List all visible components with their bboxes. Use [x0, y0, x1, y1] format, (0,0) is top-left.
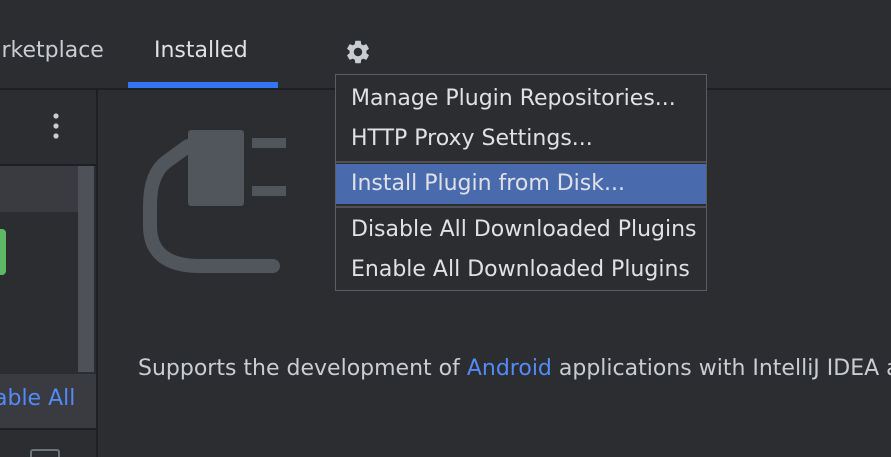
- description-suffix: applications with IntelliJ IDEA an: [551, 356, 891, 381]
- menu-item-disable-all-downloaded[interactable]: Disable All Downloaded Plugins: [336, 210, 706, 250]
- menu-separator: [336, 206, 706, 208]
- android-link[interactable]: Android: [467, 356, 552, 381]
- menu-separator: [336, 161, 706, 163]
- tab-marketplace[interactable]: arketplace: [0, 38, 104, 63]
- checkbox[interactable]: [30, 449, 60, 457]
- enable-all-link[interactable]: able All: [0, 386, 75, 411]
- plugins-settings-page: arketplace Installed able All Supports t…: [0, 0, 891, 457]
- menu-item-http-proxy-settings[interactable]: HTTP Proxy Settings...: [336, 119, 706, 159]
- description-prefix: Supports the development of: [138, 356, 467, 381]
- list-item-selected[interactable]: [0, 166, 80, 212]
- plug-icon: [143, 130, 286, 273]
- panel-splitter[interactable]: [96, 90, 98, 457]
- status-badge: [0, 229, 6, 275]
- scrollbar-thumb[interactable]: [78, 166, 94, 372]
- menu-item-enable-all-downloaded[interactable]: Enable All Downloaded Plugins: [336, 250, 706, 290]
- tab-installed[interactable]: Installed: [154, 38, 248, 63]
- menu-item-install-from-disk[interactable]: Install Plugin from Disk...: [336, 164, 706, 204]
- plugin-description: Supports the development of Android appl…: [138, 356, 891, 381]
- settings-popup-menu: Manage Plugin Repositories... HTTP Proxy…: [335, 74, 707, 291]
- kebab-icon[interactable]: [50, 112, 62, 140]
- menu-item-manage-repositories[interactable]: Manage Plugin Repositories...: [336, 79, 706, 119]
- plugin-list-footer-divider: [0, 428, 96, 430]
- gear-icon[interactable]: [344, 38, 372, 66]
